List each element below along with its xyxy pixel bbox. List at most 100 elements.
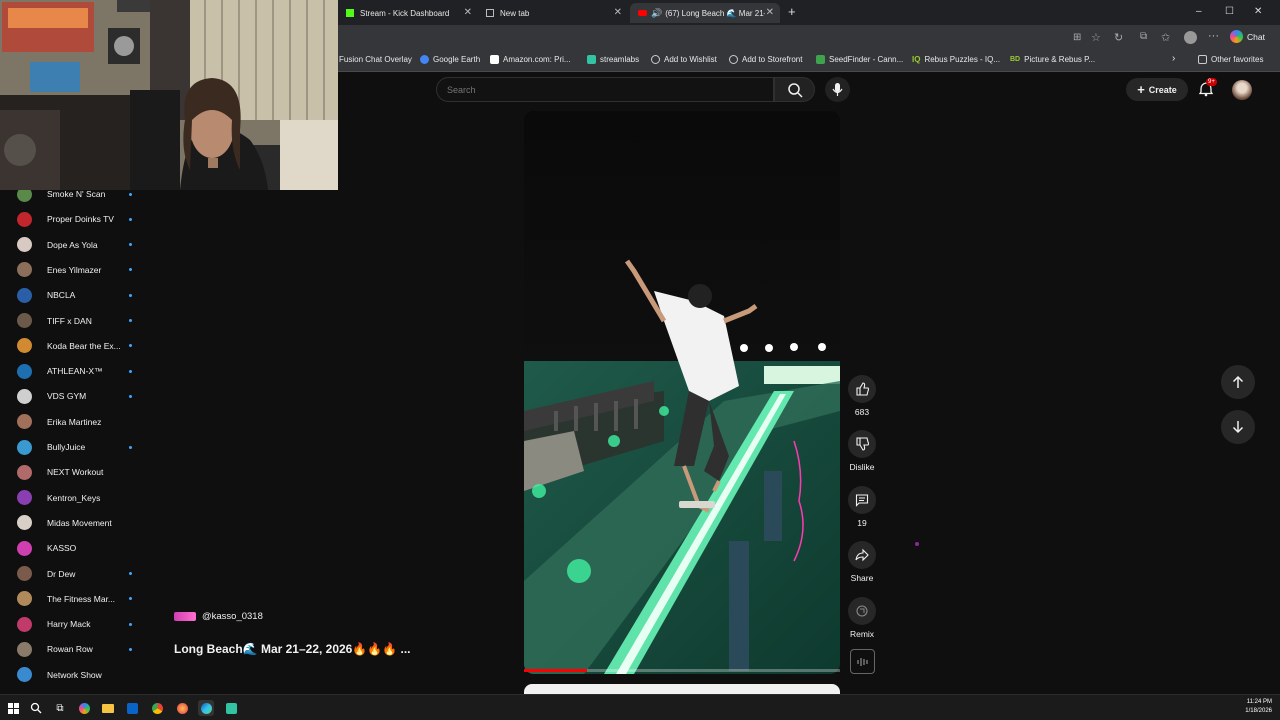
bookmark-item[interactable]: Amazon.com: Pri... [490,55,571,64]
sidebar-subscription-item[interactable]: The Fitness Mar... [17,589,132,609]
sidebar-subscription-item[interactable]: Proper Doinks TV [17,209,132,229]
video-title[interactable]: Long Beach🌊 Mar 21–22, 2026🔥🔥🔥 ... [174,642,411,656]
windows-start-icon[interactable] [5,700,21,716]
close-tab-icon[interactable]: ✕ [464,7,472,18]
account-avatar[interactable] [1232,80,1252,100]
sidebar-subscription-item[interactable]: Erika Martinez [17,412,132,432]
channel-logo[interactable] [174,612,196,621]
page-icon [486,9,494,17]
video-progress-fill [524,669,588,672]
close-tab-icon[interactable]: ✕ [614,7,622,18]
edge-icon[interactable] [198,700,214,716]
sidebar-subscription-item[interactable]: NEXT Workout [17,462,132,482]
subscription-name: VDS GYM [47,391,87,402]
next-video-button[interactable] [1221,410,1255,444]
search-icon[interactable] [28,700,44,716]
bookmark-item[interactable]: BD Picture & Rebus P... [1010,55,1095,64]
remix-label: Remix [849,629,875,639]
share-button[interactable]: Share [848,541,876,583]
notifications-button[interactable]: 9+ [1198,78,1217,102]
amazon-icon [490,55,499,64]
close-tab-icon[interactable]: ✕ [766,7,774,18]
minimize-icon[interactable]: – [1196,6,1202,17]
previous-video-button[interactable] [1221,365,1255,399]
search-input[interactable] [447,82,757,98]
maximize-icon[interactable]: ☐ [1225,6,1234,17]
more-menu-icon[interactable]: ··· [1208,30,1219,42]
split-screen-icon[interactable]: ⧉ [1140,31,1147,42]
chrome-icon[interactable] [149,700,165,716]
bookmark-label: Google Earth [433,55,481,64]
sidebar-subscription-item[interactable]: Dr Dew [17,564,132,584]
sidebar-subscription-item[interactable]: NBCLA [17,285,132,305]
new-content-dot [129,369,132,373]
next-video-preview[interactable] [524,684,840,694]
sidebar-subscription-item[interactable]: Kentron_Keys [17,488,132,508]
subscription-name: KASSO [47,543,77,554]
favorite-star-icon[interactable]: ☆ [1091,31,1101,44]
sidebar-subscription-item[interactable]: Enes Yilmazer [17,260,132,280]
task-view-icon[interactable]: ⧉ [52,700,68,716]
new-tab-plus-icon[interactable]: + [788,4,796,19]
dislike-button[interactable]: Dislike [848,430,876,472]
sidebar-subscription-item[interactable]: Koda Bear the Ex... [17,336,132,356]
search-box[interactable] [436,77,774,102]
sidebar-subscription-item[interactable]: Midas Movement [17,513,132,533]
system-clock[interactable]: 11:24 PM 1/18/2026 [1232,698,1272,716]
new-content-dot [129,268,132,272]
sidebar-subscription-item[interactable]: VDS GYM [17,386,132,406]
tab-new-tab[interactable]: New tab ✕ [478,3,628,23]
app-grid-icon[interactable]: ⊞ [1073,32,1081,43]
bookmark-item[interactable]: Fusion Chat Overlay [339,55,412,64]
tab-kick-dashboard[interactable]: Stream - Kick Dashboard ✕ [338,3,478,23]
remix-button[interactable]: Remix [848,597,876,639]
refresh-icon[interactable]: ↻ [1114,31,1123,44]
subscription-name: Harry Mack [47,619,91,630]
chevron-right-icon[interactable]: › [1172,53,1175,64]
tab-youtube-video[interactable]: 🔊 (67) Long Beach 🌊 Mar 21–2... ✕ [630,3,780,23]
channel-avatar [17,515,32,531]
sidebar-subscription-item[interactable]: Harry Mack [17,614,132,634]
sidebar-subscription-item[interactable]: Network Show [17,665,132,685]
bookmark-label: Picture & Rebus P... [1024,55,1096,64]
new-content-dot [129,344,132,348]
like-count: 683 [854,407,870,417]
shorts-video-player[interactable] [524,111,840,674]
bookmark-item[interactable]: streamlabs [587,55,639,64]
sidebar-subscription-item[interactable]: ATHLEAN-X™ [17,361,132,381]
close-window-icon[interactable]: ✕ [1254,6,1262,17]
streamlabs-app-icon[interactable] [223,700,239,716]
create-button[interactable]: + Create [1126,78,1188,101]
favorites-icon[interactable]: ✩ [1161,31,1170,44]
channel-avatar [17,667,32,683]
bookmark-item[interactable]: Add to Storefront [729,55,802,64]
copilot-app-icon[interactable] [76,700,92,716]
other-favorites[interactable]: Other favorites [1198,55,1263,64]
bookmark-item[interactable]: SeedFinder - Cann... [816,55,903,64]
share-label: Share [850,573,874,583]
sidebar-subscription-item[interactable]: Dope As Yola [17,235,132,255]
profile-avatar[interactable] [1184,31,1197,44]
copilot-chat-button[interactable]: Chat [1230,30,1265,43]
search-icon [788,83,803,98]
like-button[interactable]: 683 [848,375,876,417]
sidebar-subscription-item[interactable]: BullyJuice [17,437,132,457]
sound-button[interactable] [850,649,875,674]
sidebar-subscription-item[interactable]: KASSO [17,538,132,558]
outlook-icon[interactable] [124,700,140,716]
bookmark-item[interactable]: Google Earth [420,55,480,64]
new-content-dot [129,293,132,297]
sidebar-subscription-item[interactable]: TIFF x DAN [17,311,132,331]
bookmark-item[interactable]: IQ Rebus Puzzles - IQ... [912,55,1000,64]
search-button[interactable] [774,77,815,102]
subscription-name: Dope As Yola [47,239,98,250]
firefox-icon[interactable] [174,700,190,716]
speaker-icon[interactable]: 🔊 [651,8,662,19]
channel-handle[interactable]: @kasso_0318 [202,611,263,622]
file-explorer-icon[interactable] [100,700,116,716]
channel-avatar [17,338,32,354]
sidebar-subscription-item[interactable]: Rowan Row [17,639,132,659]
comments-button[interactable]: 19 [848,486,876,528]
voice-search-button[interactable] [825,77,850,102]
bookmark-item[interactable]: Add to Wishlist [651,55,717,64]
